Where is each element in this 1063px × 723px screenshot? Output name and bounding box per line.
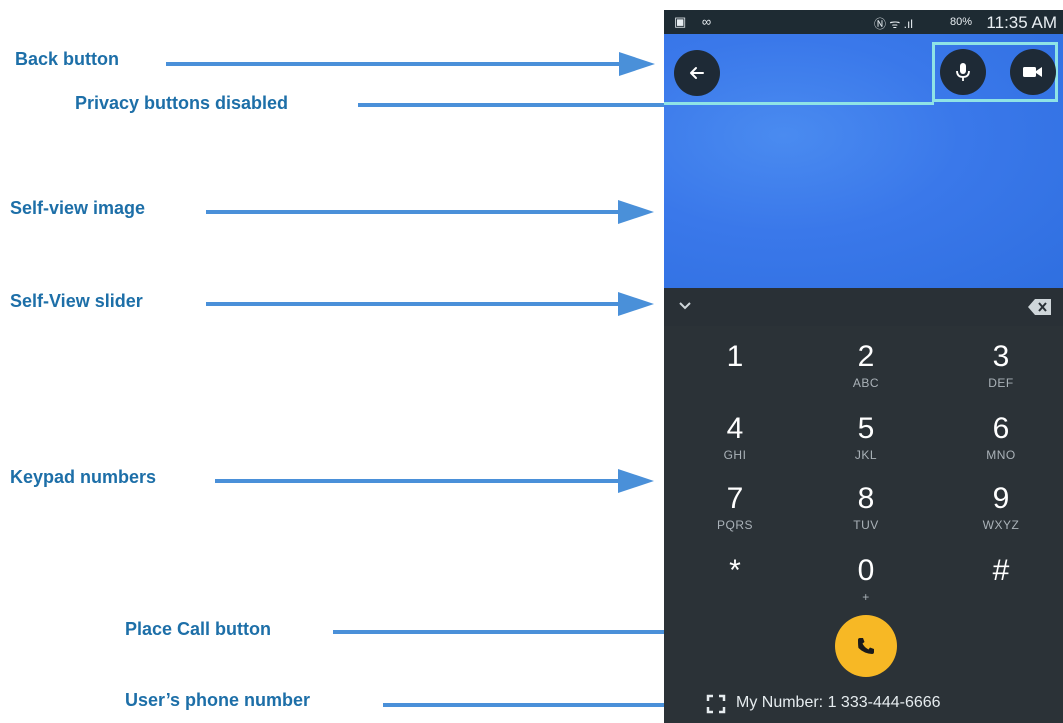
key-letters: PQRS xyxy=(716,518,753,532)
key-letters: GHI xyxy=(723,448,747,462)
arrow-head-self-view-image xyxy=(618,200,654,224)
phone-screen: ▣ ∞ Ⓝ ᯤ .ıl 80% 11:35 AM 1 2 ABC 3 DEF 4… xyxy=(664,10,1063,723)
video-camera-icon xyxy=(1023,67,1042,77)
callout-back-button: Back button xyxy=(15,49,120,69)
callout-self-view-slider: Self-View slider xyxy=(10,291,143,311)
my-number-row xyxy=(706,694,726,719)
key-digit: 9 xyxy=(992,482,1010,515)
arrow-head-back-button xyxy=(619,52,655,76)
key-star[interactable]: * xyxy=(670,554,800,588)
chevron-down-icon[interactable] xyxy=(678,301,692,311)
key-digit: * xyxy=(729,554,741,587)
key-hash[interactable]: # xyxy=(936,554,1063,588)
arrow-self-view-slider xyxy=(206,302,620,306)
key-2[interactable]: 2 ABC xyxy=(801,340,931,392)
callout-users-phone-number: User’s phone number xyxy=(125,690,311,710)
callout-privacy-buttons: Privacy buttons disabled xyxy=(75,93,289,113)
key-8[interactable]: 8 TUV xyxy=(801,482,931,534)
my-number-icon xyxy=(706,694,726,714)
key-6[interactable]: 6 MNO xyxy=(936,412,1063,464)
key-letters: WXYZ xyxy=(982,518,1020,532)
arrow-privacy-buttons xyxy=(358,103,668,107)
callout-self-view-image: Self-view image xyxy=(10,198,146,218)
key-digit: 1 xyxy=(726,340,744,373)
key-3[interactable]: 3 DEF xyxy=(936,340,1063,392)
key-5[interactable]: 5 JKL xyxy=(801,412,931,464)
key-7[interactable]: 7 PQRS xyxy=(670,482,800,534)
arrow-self-view-image xyxy=(206,210,620,214)
key-letters: JKL xyxy=(854,448,878,462)
key-digit: 8 xyxy=(857,482,875,515)
key-4[interactable]: 4 GHI xyxy=(670,412,800,464)
key-digit: 3 xyxy=(992,340,1010,373)
key-digit: 4 xyxy=(726,412,744,445)
key-letters: DEF xyxy=(988,376,1014,390)
connectivity-icons: Ⓝ ᯤ .ıl xyxy=(874,17,913,31)
key-0[interactable]: 0 + xyxy=(801,554,931,606)
status-bar: ▣ ∞ Ⓝ ᯤ .ıl 80% 11:35 AM xyxy=(664,10,1063,34)
key-letters: TUV xyxy=(853,518,879,532)
signal-strength: 80% xyxy=(950,16,973,28)
back-button[interactable] xyxy=(674,50,720,96)
back-arrow-icon xyxy=(690,67,704,79)
key-digit: # xyxy=(992,554,1010,587)
key-digit: 0 xyxy=(857,554,875,587)
arrow-head-self-view-slider xyxy=(618,292,654,316)
callout-place-call-button: Place Call button xyxy=(125,619,272,639)
key-digit: 2 xyxy=(857,340,875,373)
callout-keypad-numbers: Keypad numbers xyxy=(10,467,157,487)
key-9[interactable]: 9 WXYZ xyxy=(936,482,1063,534)
arrow-back-button xyxy=(166,62,621,66)
backspace-icon[interactable] xyxy=(1027,297,1053,317)
microphone-icon xyxy=(956,63,970,81)
my-number: My Number: 1 333-444-6666 xyxy=(736,694,941,711)
video-privacy-button[interactable] xyxy=(1010,49,1056,95)
status-time: 11:35 AM xyxy=(986,13,1057,32)
key-digit: 6 xyxy=(992,412,1010,445)
place-call-button[interactable] xyxy=(835,615,897,677)
privacy-highlight-rule xyxy=(664,102,934,105)
key-letters: ABC xyxy=(852,376,880,390)
key-letters: + xyxy=(862,590,870,604)
arrow-keypad-numbers xyxy=(215,479,620,483)
key-digit: 7 xyxy=(726,482,744,515)
mic-privacy-button[interactable] xyxy=(940,49,986,95)
key-letters: MNO xyxy=(986,448,1016,462)
self-view-slider[interactable] xyxy=(664,288,1063,326)
key-1[interactable]: 1 xyxy=(670,340,800,374)
arrow-head-keypad-numbers xyxy=(618,469,654,493)
phone-icon xyxy=(858,638,874,654)
arrow-users-phone-number xyxy=(383,703,693,707)
key-digit: 5 xyxy=(857,412,875,445)
notification-icons: ▣ ∞ xyxy=(674,14,718,29)
